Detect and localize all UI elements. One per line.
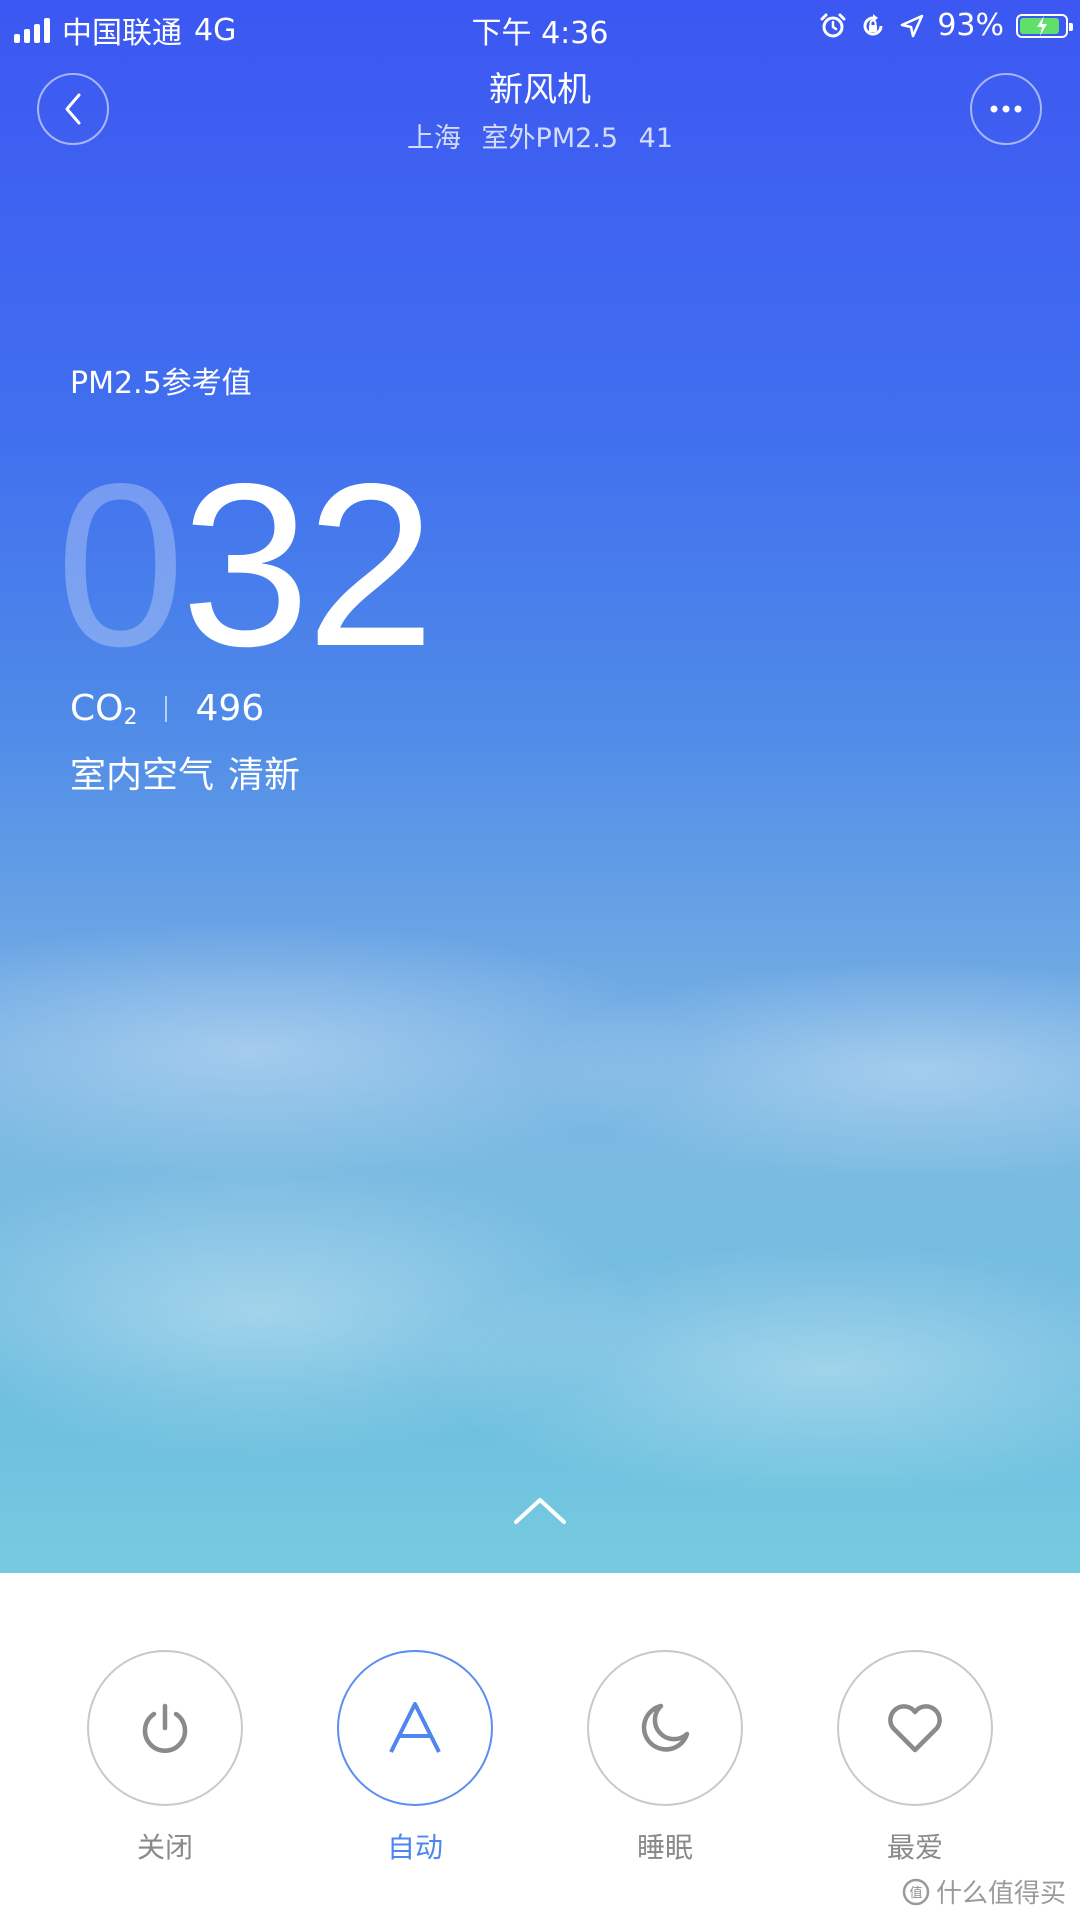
alarm-icon [820,13,846,37]
watermark-logo-icon: 值 [902,1878,930,1905]
pm-value: 32 [181,436,435,695]
air-quality-value: 清新 [228,755,301,796]
co2-label: CO2 [70,688,138,730]
watermark-text: 什么值得买 [935,1879,1066,1909]
chevron-up-icon[interactable] [512,1494,568,1528]
mode-off-button[interactable]: 关闭 [87,1650,243,1866]
city-name: 上海 [406,123,461,154]
location-arrow-icon [901,14,924,37]
mode-off-label: 关闭 [136,1831,193,1864]
co2-divider [165,695,168,722]
air-quality-status: 室内空气 清新 [70,746,300,798]
pm-reading: 032 [56,450,435,682]
co2-reading: CO2 496 [70,688,265,730]
svg-text:值: 值 [909,1885,922,1901]
more-dots-icon [990,105,1022,113]
moon-icon [641,1703,690,1752]
battery-icon [1016,13,1073,38]
mode-sleep-label: 睡眠 [636,1831,693,1864]
pm-label: PM2.5参考值 [70,366,252,401]
rotation-lock-icon [863,13,883,35]
more-button[interactable] [970,73,1042,145]
outdoor-pm-value: 41 [638,123,674,154]
co2-value: 496 [195,688,265,729]
air-label: 室内空气 [70,755,215,796]
mode-sleep-button[interactable]: 睡眠 [587,1650,743,1866]
status-bar: 中国联通 4G 下午 4:36 93% [0,0,1080,52]
watermark: 值 什么值得买 [902,1873,1066,1910]
clock: 下午 4:36 [471,16,609,51]
heart-icon [888,1704,942,1753]
mode-favorite-label: 最爱 [886,1831,943,1864]
pm-leading-zero: 0 [56,436,185,695]
mode-favorite-button[interactable]: 最爱 [837,1650,993,1866]
outdoor-pm-label: 室外PM2.5 [481,123,619,154]
auto-a-icon [389,1702,441,1753]
mode-auto-label: 自动 [386,1831,443,1864]
mode-auto-button[interactable]: 自动 [337,1650,493,1866]
outdoor-info: 上海 室外PM2.5 41 [0,116,1080,155]
page-title: 新风机 [489,70,591,110]
power-icon [142,1703,188,1753]
battery-percent: 93% [937,8,1004,43]
